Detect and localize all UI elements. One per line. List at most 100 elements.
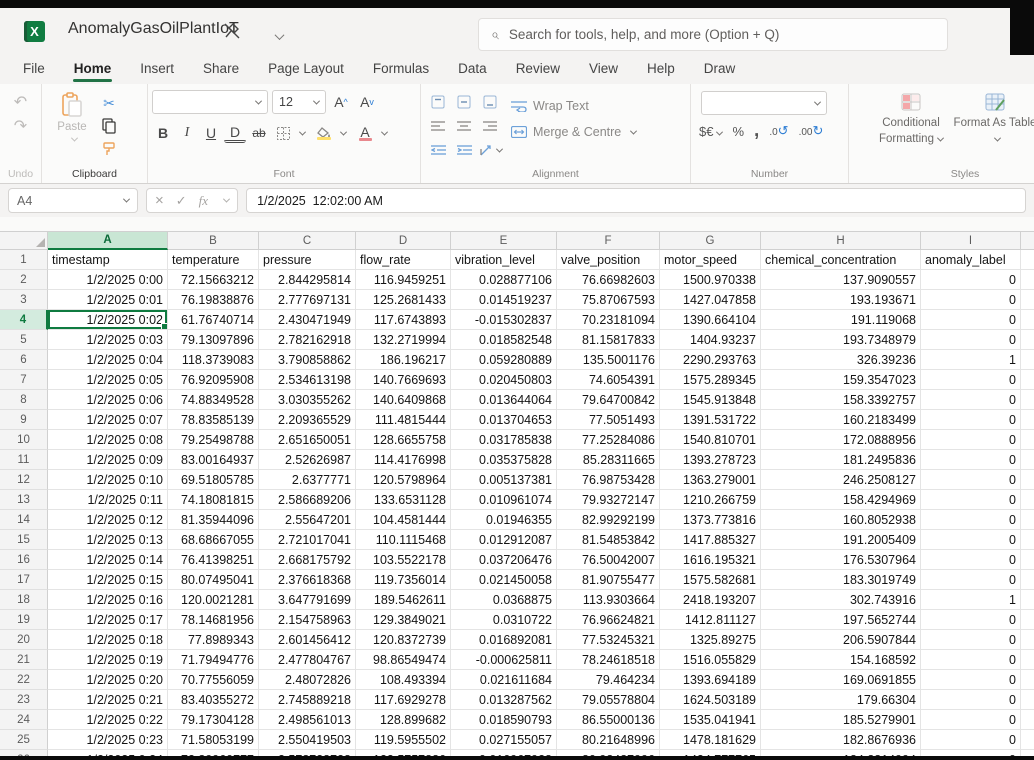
menu-page-layout[interactable]: Page Layout: [267, 57, 345, 82]
cell-I1[interactable]: anomaly_label: [921, 250, 1021, 270]
align-middle-icon[interactable]: [453, 91, 475, 113]
cell-B3[interactable]: 76.19838876: [168, 290, 259, 310]
percent-format-button[interactable]: %: [732, 124, 744, 139]
cell-E3[interactable]: 0.014519237: [451, 290, 557, 310]
cell-H18[interactable]: 302.743916: [761, 590, 921, 610]
currency-format-button[interactable]: $€: [699, 124, 722, 139]
cell-E5[interactable]: 0.018582548: [451, 330, 557, 350]
double-underline-button[interactable]: D: [224, 124, 246, 143]
cell-H17[interactable]: 183.3019749: [761, 570, 921, 590]
cell-C4[interactable]: 2.430471949: [259, 310, 356, 330]
format-painter-icon[interactable]: [98, 138, 120, 160]
cell-G18[interactable]: 2418.193207: [660, 590, 761, 610]
cell-I23[interactable]: 0: [921, 690, 1021, 710]
menu-share[interactable]: Share: [202, 57, 240, 82]
cell-I19[interactable]: 0: [921, 610, 1021, 630]
cell-F15[interactable]: 81.54853842: [557, 530, 660, 550]
row-header-12[interactable]: 12: [0, 470, 48, 490]
cell-A5[interactable]: 1/2/2025 0:03: [48, 330, 168, 350]
cell-B12[interactable]: 69.51805785: [168, 470, 259, 490]
cell-C14[interactable]: 2.55647201: [259, 510, 356, 530]
row-header-10[interactable]: 10: [0, 430, 48, 450]
cell-I2[interactable]: 0: [921, 270, 1021, 290]
cell-I4[interactable]: 0: [921, 310, 1021, 330]
cell-I25[interactable]: 0: [921, 730, 1021, 750]
cell-C21[interactable]: 2.477804767: [259, 650, 356, 670]
row-header-2[interactable]: 2: [0, 270, 48, 290]
cell-H24[interactable]: 185.5279901: [761, 710, 921, 730]
cell-E25[interactable]: 0.027155057: [451, 730, 557, 750]
cell-B18[interactable]: 120.0021281: [168, 590, 259, 610]
cell-G19[interactable]: 1412.811127: [660, 610, 761, 630]
cell-B19[interactable]: 78.14681956: [168, 610, 259, 630]
cell-I17[interactable]: 0: [921, 570, 1021, 590]
cell-G22[interactable]: 1393.694189: [660, 670, 761, 690]
cell-B17[interactable]: 80.07495041: [168, 570, 259, 590]
wrap-text-button[interactable]: Wrap Text: [511, 93, 636, 119]
name-box[interactable]: A4: [8, 188, 138, 213]
cell-I7[interactable]: 0: [921, 370, 1021, 390]
cell-H7[interactable]: 159.3547023: [761, 370, 921, 390]
font-size-select[interactable]: 12: [272, 90, 326, 114]
cell-E12[interactable]: 0.005137381: [451, 470, 557, 490]
cell-G13[interactable]: 1210.266759: [660, 490, 761, 510]
row-header-18[interactable]: 18: [0, 590, 48, 610]
cell-G23[interactable]: 1624.503189: [660, 690, 761, 710]
cell-C18[interactable]: 3.647791699: [259, 590, 356, 610]
cell-G17[interactable]: 1575.582681: [660, 570, 761, 590]
cell-D24[interactable]: 128.899682: [356, 710, 451, 730]
column-header-B[interactable]: B: [168, 232, 259, 250]
cell-C13[interactable]: 2.586689206: [259, 490, 356, 510]
cell-F2[interactable]: 76.66982603: [557, 270, 660, 290]
cell-A22[interactable]: 1/2/2025 0:20: [48, 670, 168, 690]
cell-I11[interactable]: 0: [921, 450, 1021, 470]
cell-B25[interactable]: 71.58053199: [168, 730, 259, 750]
formula-input[interactable]: 1/2/2025 12:02:00 AM: [246, 188, 1026, 213]
cell-D12[interactable]: 120.5798964: [356, 470, 451, 490]
column-header-D[interactable]: D: [356, 232, 451, 250]
cell-D21[interactable]: 98.86549474: [356, 650, 451, 670]
cell-B8[interactable]: 74.88349528: [168, 390, 259, 410]
cell-C8[interactable]: 3.030355262: [259, 390, 356, 410]
row-header-15[interactable]: 15: [0, 530, 48, 550]
cell-A19[interactable]: 1/2/2025 0:17: [48, 610, 168, 630]
cell-F4[interactable]: 70.23181094: [557, 310, 660, 330]
cell-C11[interactable]: 2.52626987: [259, 450, 356, 470]
cell-H14[interactable]: 160.8052938: [761, 510, 921, 530]
cell-H13[interactable]: 158.4294969: [761, 490, 921, 510]
cell-A10[interactable]: 1/2/2025 0:08: [48, 430, 168, 450]
cell-I16[interactable]: 0: [921, 550, 1021, 570]
cell-G10[interactable]: 1540.810701: [660, 430, 761, 450]
cell-H19[interactable]: 197.5652744: [761, 610, 921, 630]
cell-F13[interactable]: 79.93272147: [557, 490, 660, 510]
cell-A17[interactable]: 1/2/2025 0:15: [48, 570, 168, 590]
align-right-icon[interactable]: [479, 115, 501, 137]
cell-I14[interactable]: 0: [921, 510, 1021, 530]
cell-F26[interactable]: 80.98487996: [557, 750, 660, 756]
cell-H22[interactable]: 169.0691855: [761, 670, 921, 690]
cell-F20[interactable]: 77.53245321: [557, 630, 660, 650]
cell-G6[interactable]: 2290.293763: [660, 350, 761, 370]
cell-D3[interactable]: 125.2681433: [356, 290, 451, 310]
cell-E10[interactable]: 0.031785838: [451, 430, 557, 450]
undo-icon[interactable]: ↶: [4, 92, 37, 114]
cell-G12[interactable]: 1363.279001: [660, 470, 761, 490]
cell-D5[interactable]: 132.2719994: [356, 330, 451, 350]
underline-button[interactable]: U: [200, 122, 222, 144]
cell-A15[interactable]: 1/2/2025 0:13: [48, 530, 168, 550]
cell-H20[interactable]: 206.5907844: [761, 630, 921, 650]
row-header-24[interactable]: 24: [0, 710, 48, 730]
cell-G14[interactable]: 1373.773816: [660, 510, 761, 530]
cell-A6[interactable]: 1/2/2025 0:04: [48, 350, 168, 370]
cell-F19[interactable]: 76.96624821: [557, 610, 660, 630]
row-header-5[interactable]: 5: [0, 330, 48, 350]
menu-draw[interactable]: Draw: [703, 57, 737, 82]
cell-F22[interactable]: 79.464234: [557, 670, 660, 690]
cell-G15[interactable]: 1417.885327: [660, 530, 761, 550]
cell-E22[interactable]: 0.021611684: [451, 670, 557, 690]
cell-H23[interactable]: 179.66304: [761, 690, 921, 710]
cell-C2[interactable]: 2.844295814: [259, 270, 356, 290]
merge-centre-button[interactable]: Merge & Centre: [511, 119, 636, 145]
row-header-13[interactable]: 13: [0, 490, 48, 510]
cell-D1[interactable]: flow_rate: [356, 250, 451, 270]
